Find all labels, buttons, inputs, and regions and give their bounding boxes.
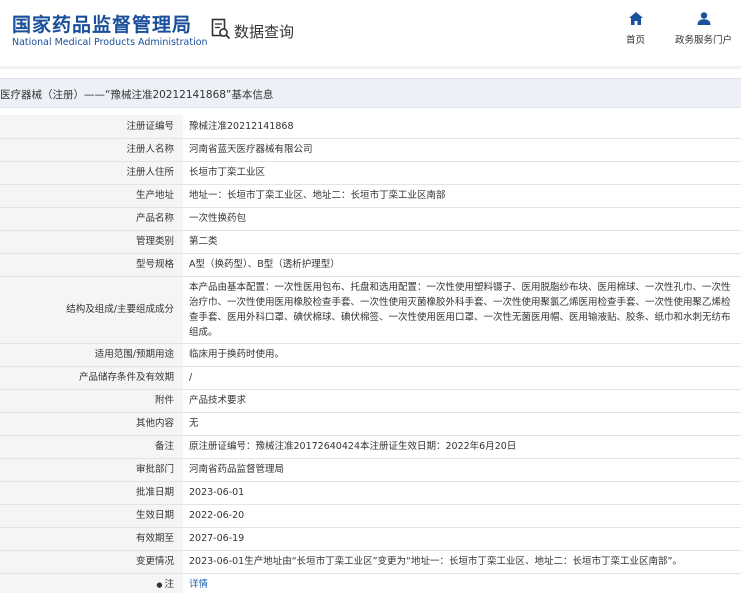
field-value: A型（换药型）、B型（透析护理型） — [183, 253, 741, 277]
data-query-label: 数据查询 — [234, 22, 295, 41]
table-row: 适用范围/预期用途 临床用于换药时使用。 — [0, 343, 741, 367]
field-value: 地址一：长垣市丁栾工业区、地址二：长垣市丁栾工业区南部 — [183, 184, 741, 208]
table-row: 审批部门 河南省药品监督管理局 — [0, 458, 741, 482]
nav-service-portal-label: 政务服务门户 — [675, 35, 733, 46]
field-label: 其他内容 — [0, 412, 183, 436]
table-row: 产品名称 一次性换药包 — [0, 207, 741, 231]
field-label: 有效期至 — [0, 527, 183, 551]
table-row: 其他内容无 — [0, 412, 741, 436]
logo-title-en[interactable]: National Medical Products Administration — [12, 37, 208, 48]
pin-icon: ● — [156, 580, 163, 589]
note-label-cell: ● 注 — [0, 573, 183, 593]
field-value: 第二类 — [183, 230, 741, 254]
field-value: 本产品由基本配置：一次性医用包布、托盘和选用配置：一次性使用塑料镊子、医用脱脂纱… — [183, 276, 741, 344]
field-label: 结构及组成/主要组成成分 — [0, 276, 183, 344]
field-label: 产品名称 — [0, 207, 183, 231]
field-label: 生产地址 — [0, 184, 183, 208]
logo-title-cn[interactable]: 国家药品监督管理局 — [12, 10, 192, 37]
field-label: 管理类别 — [0, 230, 183, 254]
table-row: 管理类别 第二类 — [0, 230, 741, 254]
user-icon — [697, 12, 711, 28]
field-label: 生效日期 — [0, 504, 183, 528]
table-row: 批准日期 2023-06-01 — [0, 481, 741, 505]
field-value: 无 — [183, 412, 741, 436]
field-label: 附件 — [0, 389, 183, 413]
field-label: 备注 — [0, 435, 183, 459]
nav-service-portal[interactable]: 政务服务门户 — [675, 12, 732, 46]
field-label: 适用范围/预期用途 — [0, 343, 183, 367]
field-label: 注册人名称 — [0, 138, 183, 162]
note-label: 注 — [164, 578, 174, 590]
details-link[interactable]: 详情 — [189, 579, 208, 590]
table-row: 注册人名称 河南省蓝天医疗器械有限公司 — [0, 138, 741, 162]
table-row: 生产地址 地址一：长垣市丁栾工业区、地址二：长垣市丁栾工业区南部 — [0, 184, 741, 208]
field-value: 2022-06-20 — [183, 504, 741, 528]
field-label: 注册证编号 — [0, 115, 183, 139]
info-table: 注册证编号 豫械注准20212141868 注册人名称 河南省蓝天医疗器械有限公司 注册… — [0, 115, 741, 593]
field-label: 变更情况 — [0, 550, 183, 574]
table-row: 变更情况 2023-06-01生产地址由“长垣市丁栾工业区”变更为“地址一：长垣市… — [0, 550, 741, 574]
table-row: 备注 原注册证编号：豫械注准20172640424本注册证生效日期：2022年6月… — [0, 435, 741, 459]
field-value: 河南省药品监督管理局 — [183, 458, 741, 482]
table-row: 产品储存条件及有效期 / — [0, 366, 741, 390]
field-value: 2027-06-19 — [183, 527, 741, 551]
table-row: 有效期至 2027-06-19 — [0, 527, 741, 551]
nav-home[interactable]: 首页 — [626, 12, 645, 46]
field-label: 产品储存条件及有效期 — [0, 366, 183, 390]
table-row: 生效日期 2022-06-20 — [0, 504, 741, 528]
field-value: 豫械注准20212141868 — [183, 115, 741, 139]
field-value: 产品技术要求 — [183, 389, 741, 413]
field-value: 一次性换药包 — [183, 207, 741, 231]
note-value-cell: 详情 — [183, 573, 741, 593]
field-label: 批准日期 — [0, 481, 183, 505]
home-icon — [628, 12, 643, 28]
data-query-title[interactable]: 数据查询 — [211, 18, 294, 44]
field-label: 审批部门 — [0, 458, 183, 482]
page-title: 医疗器械（注册）——“豫械注准20212141868”基本信息 — [0, 89, 274, 101]
site-header: 国家药品监督管理局 National Medical Products Admi… — [0, 0, 741, 62]
table-row: 结构及组成/主要组成成分 本产品由基本配置：一次性医用包布、托盘和选用配置：一次性… — [0, 276, 741, 344]
document-search-icon — [211, 18, 231, 44]
nav-home-label: 首页 — [626, 35, 646, 46]
field-label: 注册人住所 — [0, 161, 183, 185]
field-value: 原注册证编号：豫械注准20172640424本注册证生效日期：2022年6月20… — [183, 435, 741, 459]
field-value: 河南省蓝天医疗器械有限公司 — [183, 138, 741, 162]
table-row-note: ● 注详情 — [0, 573, 741, 593]
table-row: 注册证编号 豫械注准20212141868 — [0, 115, 741, 139]
field-value: 2023-06-01生产地址由“长垣市丁栾工业区”变更为“地址一：长垣市丁栾工业… — [183, 550, 741, 574]
field-value: 2023-06-01 — [183, 481, 741, 505]
table-row: 注册人住所 长垣市丁栾工业区 — [0, 161, 741, 185]
field-value: 临床用于换药时使用。 — [183, 343, 741, 367]
field-value: 长垣市丁栾工业区 — [183, 161, 741, 185]
table-row: 型号规格 A型（换药型）、B型（透析护理型） — [0, 253, 741, 277]
field-value: / — [183, 366, 741, 390]
header-divider — [0, 66, 741, 69]
record-title-bar: 医疗器械（注册）——“豫械注准20212141868”基本信息 — [0, 78, 741, 108]
field-label: 型号规格 — [0, 253, 183, 277]
table-row: 附件 产品技术要求 — [0, 389, 741, 413]
